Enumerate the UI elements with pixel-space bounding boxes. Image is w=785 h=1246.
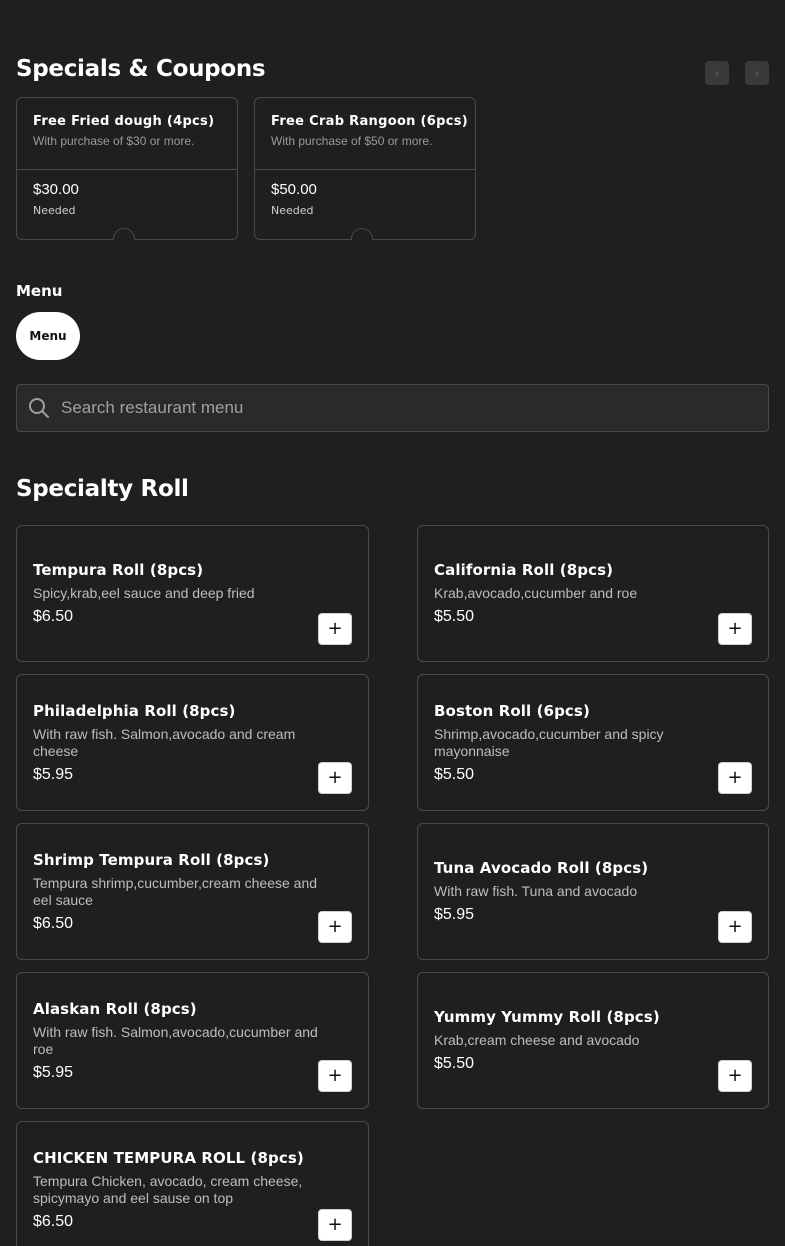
menu-item-card[interactable]: Alaskan Roll (8pcs) With raw fish. Salmo… <box>16 972 369 1109</box>
plus-icon: + <box>327 618 343 639</box>
section-title: Specialty Roll <box>16 476 189 502</box>
item-name: Shrimp Tempura Roll (8pcs) <box>33 850 270 869</box>
item-name: Boston Roll (6pcs) <box>434 701 590 720</box>
coupon-title: Free Crab Rangoon (6pcs) <box>271 114 469 129</box>
item-name: Philadelphia Roll (8pcs) <box>33 701 236 720</box>
specials-title: Specials & Coupons <box>16 56 266 82</box>
item-name: California Roll (8pcs) <box>434 561 614 579</box>
plus-icon: + <box>727 916 743 937</box>
item-price: $5.50 <box>434 608 475 625</box>
plus-icon: + <box>327 916 343 937</box>
coupon-needed-label: Needed <box>271 204 314 217</box>
item-name: Tuna Avocado Roll (8pcs) <box>434 859 649 877</box>
item-description: Shrimp,avocado,cucumber and spicy mayonn… <box>434 725 664 759</box>
item-name: CHICKEN TEMPURA ROLL (8pcs) <box>33 1148 304 1167</box>
add-item-button[interactable]: + <box>718 911 752 943</box>
plus-icon: + <box>327 1214 343 1235</box>
menu-item-card[interactable]: Tempura Roll (8pcs) Spicy,krab,eel sauce… <box>16 525 369 662</box>
item-description: With raw fish. Salmon,avocado,cucumber a… <box>33 1023 318 1057</box>
item-price: $5.50 <box>434 1055 475 1072</box>
menu-item-grid: Tempura Roll (8pcs) Spicy,krab,eel sauce… <box>16 525 769 1246</box>
menu-category-pill[interactable]: Menu <box>16 312 80 360</box>
coupon-notch <box>113 228 135 240</box>
item-price: $5.95 <box>33 1063 74 1081</box>
plus-icon: + <box>327 767 343 788</box>
coupon-card[interactable]: Free Fried dough (4pcs) With purchase of… <box>16 97 238 240</box>
menu-item-card[interactable]: Yummy Yummy Roll (8pcs) Krab,cream chees… <box>417 972 769 1109</box>
plus-icon: + <box>727 618 743 639</box>
item-description: Krab,cream cheese and avocado <box>434 1032 640 1048</box>
add-item-button[interactable]: + <box>318 762 352 794</box>
item-description: With raw fish. Salmon,avocado and cream … <box>33 725 296 759</box>
carousel-prev-button[interactable]: ‹ <box>705 61 729 85</box>
add-item-button[interactable]: + <box>718 762 752 794</box>
menu-item-card[interactable]: CHICKEN TEMPURA ROLL (8pcs) Tempura Chic… <box>16 1121 369 1246</box>
coupon-subtitle: With purchase of $30 or more. <box>33 134 195 148</box>
item-price: $5.50 <box>434 765 475 783</box>
menu-item-card[interactable]: California Roll (8pcs) Krab,avocado,cucu… <box>417 525 769 662</box>
restaurant-menu-page: Specials & Coupons ‹ › Free Fried dough … <box>0 0 785 1246</box>
add-item-button[interactable]: + <box>318 1060 352 1092</box>
search-bar <box>16 384 769 432</box>
chevron-right-icon: › <box>754 66 760 80</box>
add-item-button[interactable]: + <box>718 1060 752 1092</box>
item-name: Tempura Roll (8pcs) <box>33 561 204 579</box>
item-price: $6.50 <box>33 1212 74 1230</box>
coupon-title: Free Fried dough (4pcs) <box>33 114 215 129</box>
item-price: $5.95 <box>434 906 475 923</box>
menu-item-card[interactable]: Shrimp Tempura Roll (8pcs) Tempura shrim… <box>16 823 369 960</box>
item-description: Tempura Chicken, avocado, cream cheese, … <box>33 1172 303 1206</box>
menu-label: Menu <box>16 282 63 300</box>
item-price: $6.50 <box>33 608 74 625</box>
menu-item-card[interactable]: Philadelphia Roll (8pcs) With raw fish. … <box>16 674 369 811</box>
item-description: With raw fish. Tuna and avocado <box>434 883 638 899</box>
add-item-button[interactable]: + <box>318 1209 352 1241</box>
coupon-notch <box>351 228 373 240</box>
item-price: $6.50 <box>33 914 74 932</box>
coupon-subtitle: With purchase of $50 or more. <box>271 134 433 148</box>
item-price: $5.95 <box>33 765 74 783</box>
carousel-next-button[interactable]: › <box>745 61 769 85</box>
menu-item-card[interactable]: Boston Roll (6pcs) Shrimp,avocado,cucumb… <box>417 674 769 811</box>
item-description: Krab,avocado,cucumber and roe <box>434 585 638 601</box>
add-item-button[interactable]: + <box>318 613 352 645</box>
item-name: Yummy Yummy Roll (8pcs) <box>434 1008 660 1026</box>
plus-icon: + <box>327 1065 343 1086</box>
item-description: Spicy,krab,eel sauce and deep fried <box>33 585 255 601</box>
coupon-needed-label: Needed <box>33 204 76 217</box>
coupon-amount: $30.00 <box>33 181 79 198</box>
coupon-amount: $50.00 <box>271 181 317 198</box>
item-name: Alaskan Roll (8pcs) <box>33 999 197 1018</box>
menu-item-card[interactable]: Tuna Avocado Roll (8pcs) With raw fish. … <box>417 823 769 960</box>
plus-icon: + <box>727 767 743 788</box>
add-item-button[interactable]: + <box>718 613 752 645</box>
search-icon <box>17 397 61 419</box>
add-item-button[interactable]: + <box>318 911 352 943</box>
plus-icon: + <box>727 1065 743 1086</box>
coupon-card[interactable]: Free Crab Rangoon (6pcs) With purchase o… <box>254 97 476 240</box>
chevron-left-icon: ‹ <box>714 66 720 80</box>
search-input[interactable] <box>61 398 768 418</box>
item-description: Tempura shrimp,cucumber,cream cheese and… <box>33 874 318 908</box>
